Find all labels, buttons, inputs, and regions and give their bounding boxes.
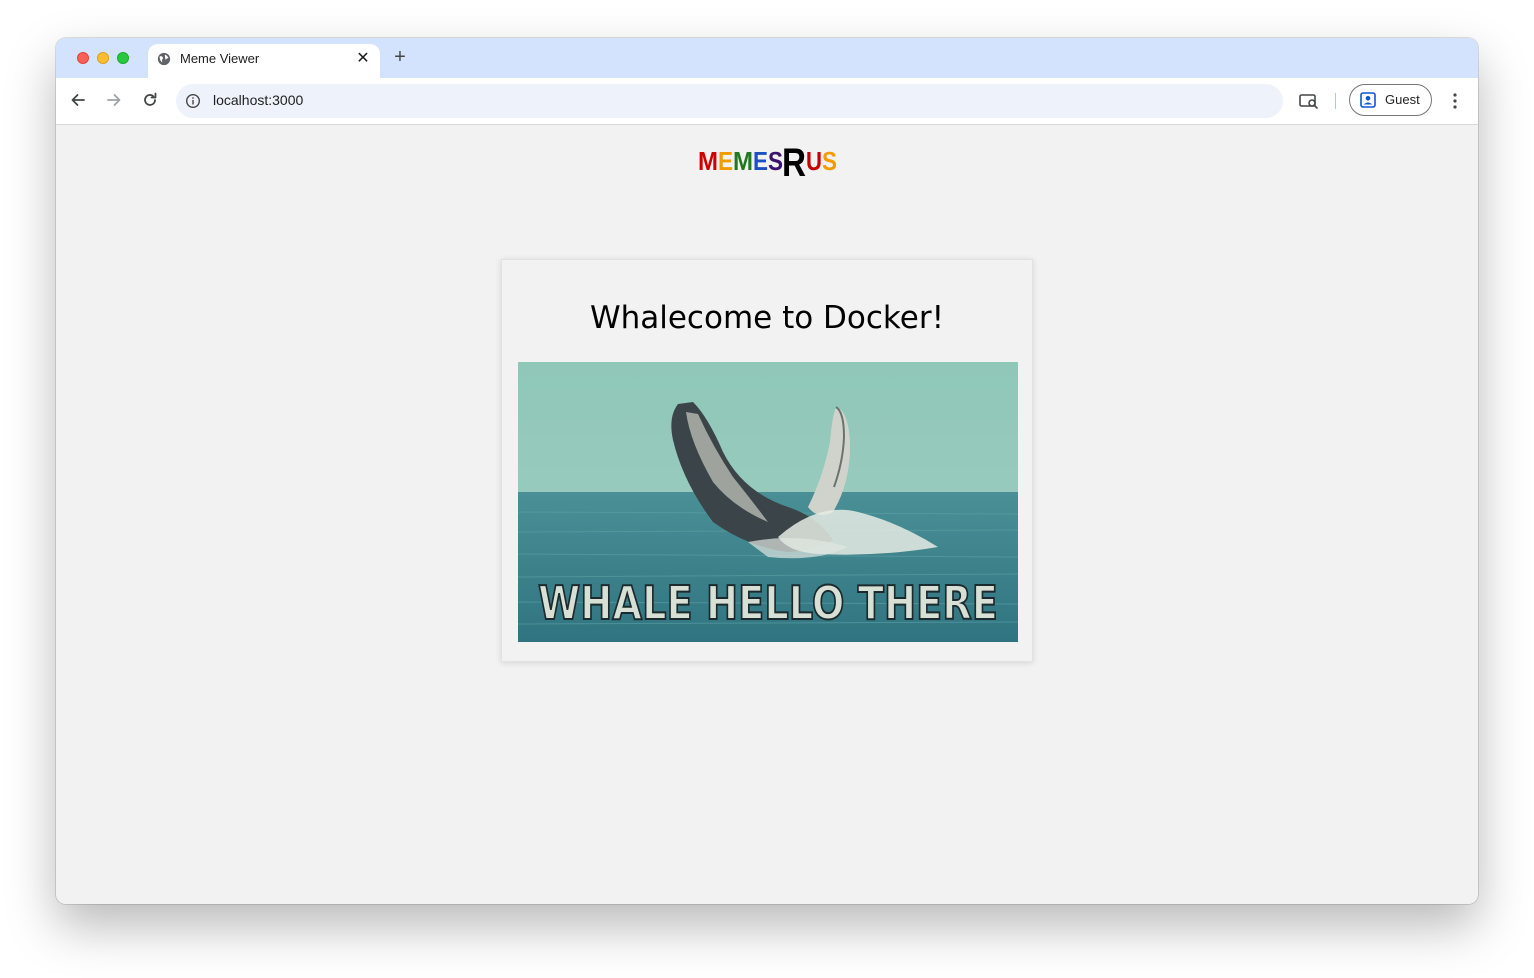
new-tab-button[interactable]: + (390, 47, 410, 67)
person-badge-icon (1360, 92, 1376, 108)
tab-title: Meme Viewer (180, 51, 260, 66)
logo-letter: M (733, 146, 753, 176)
memes-r-us-logo: MEMESRUS (698, 141, 837, 179)
minimize-window-button[interactable] (97, 52, 109, 64)
browser-window: Meme Viewer ✕ + localhost:3000 Guest M E… (56, 38, 1478, 904)
tab-meme-viewer[interactable]: Meme Viewer ✕ (148, 44, 380, 78)
address-bar[interactable]: localhost:3000 (176, 84, 1283, 118)
url-text[interactable]: localhost:3000 (213, 92, 303, 108)
logo-letter: E (718, 146, 733, 176)
more-menu-icon[interactable] (1447, 91, 1463, 111)
logo-letter: S (768, 146, 783, 176)
logo-letter: E (753, 146, 768, 176)
whale-meme-image: WHALE HELLO THERE (518, 362, 1018, 642)
profile-label: Guest (1385, 92, 1420, 107)
globe-icon (157, 52, 171, 66)
toolbar: localhost:3000 Guest (56, 78, 1478, 125)
back-arrow-icon[interactable] (68, 90, 88, 110)
reload-icon[interactable] (140, 90, 160, 110)
close-window-button[interactable] (77, 52, 89, 64)
info-icon[interactable] (185, 93, 201, 109)
profile-button[interactable]: Guest (1349, 84, 1432, 116)
page-content: MEMESRUS Whalecome to Docker! WHALE HELL… (56, 125, 1478, 904)
zoom-window-button[interactable] (117, 52, 129, 64)
logo-letter: R (782, 141, 806, 179)
toolbar-divider (1335, 93, 1336, 109)
search-tabs-icon[interactable] (1298, 91, 1320, 111)
logo-letter: U (806, 146, 822, 176)
meme-card: Whalecome to Docker! WHALE HELLO THERE (501, 259, 1033, 662)
meme-title: Whalecome to Docker! (589, 300, 945, 336)
logo-letter: M (698, 146, 718, 176)
tab-strip: Meme Viewer ✕ + (56, 38, 1478, 78)
tab-close-icon[interactable]: ✕ (354, 50, 372, 68)
logo-letter: S (822, 146, 837, 176)
forward-arrow-icon[interactable] (104, 90, 124, 110)
meme-caption: WHALE HELLO THERE (538, 576, 998, 630)
